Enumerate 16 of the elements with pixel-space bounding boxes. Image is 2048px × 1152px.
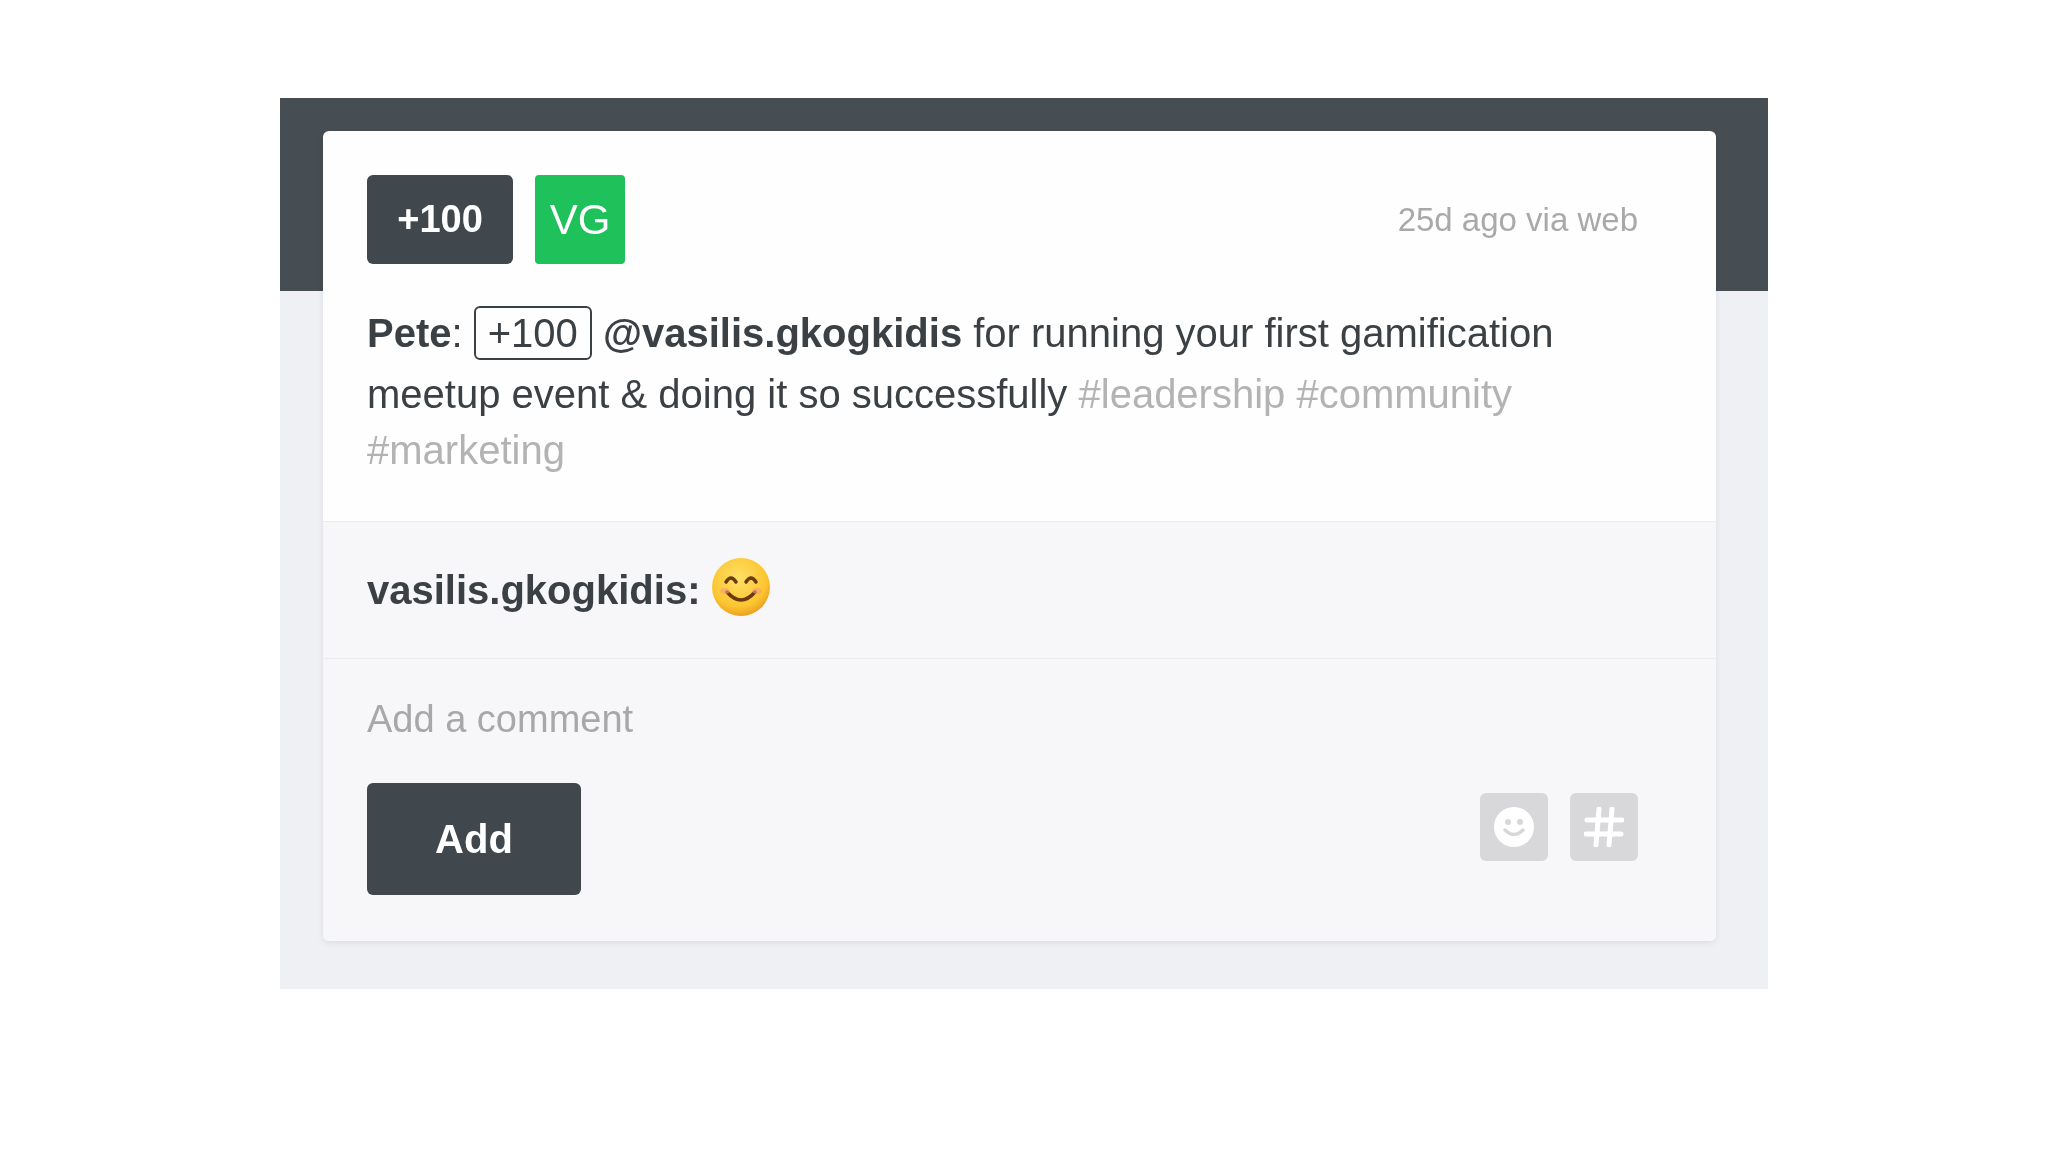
hashtag-link[interactable]: #marketing: [367, 428, 565, 473]
post-message: Pete: +100 @vasilis.gkogkidis for running your first gamification meetup event & doing it so successfully #leadership #community #marketing: [367, 305, 1638, 479]
avatar-initials: VG: [535, 175, 625, 264]
post-timestamp: 25d ago via web: [1397, 199, 1638, 240]
add-button[interactable]: Add: [367, 783, 581, 896]
smiling-emoji-icon: [712, 558, 771, 617]
hashtag-link[interactable]: #community: [1296, 372, 1513, 417]
smiley-icon: [1494, 807, 1534, 848]
comment-author: vasilis.gkogkidis:: [367, 567, 701, 615]
hashtag-button[interactable]: [1570, 793, 1638, 862]
hashtag-link[interactable]: #leadership: [1078, 372, 1286, 417]
mention-link[interactable]: @vasilis.gkogkidis: [603, 311, 963, 355]
points-badge: +100: [367, 175, 513, 264]
emoji-button[interactable]: [1480, 793, 1548, 862]
hash-icon: [1584, 807, 1624, 848]
comment-input[interactable]: Add a comment: [367, 689, 1638, 750]
